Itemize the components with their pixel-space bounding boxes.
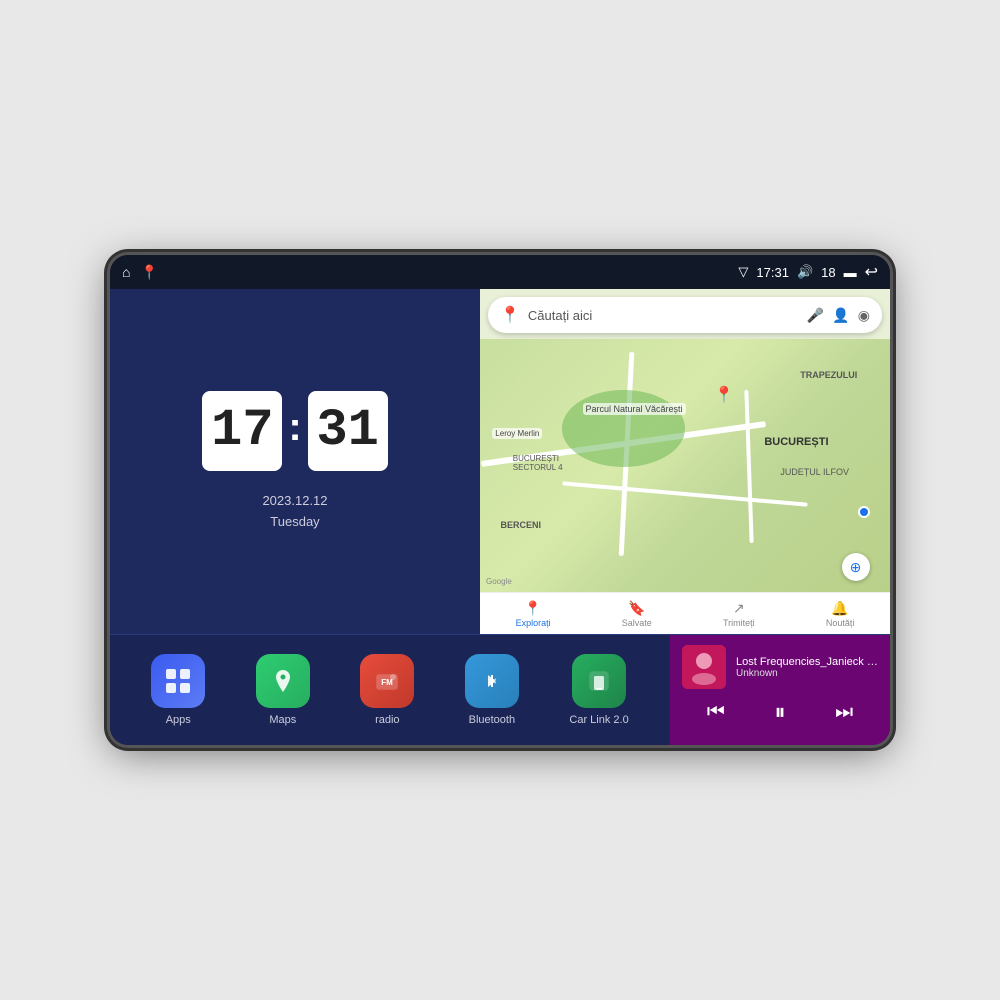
map-bottom-nav: 📍 Explorați 🔖 Salvate ↗ Trimiteți <box>480 592 890 634</box>
status-left-icons: ⌂ 📍 <box>122 264 158 281</box>
news-icon: 🔔 <box>831 600 848 617</box>
map-background: 📍 Căutați aici 🎤 👤 ◉ <box>480 289 890 634</box>
radio-label: radio <box>375 714 399 726</box>
map-pin-icon: 📍 <box>500 305 520 325</box>
app-item-radio[interactable]: FM radio <box>360 654 414 726</box>
map-canvas: TRAPEZULUI BUCUREȘTI JUDEȚUL ILFOV BERCE… <box>480 339 890 594</box>
map-panel[interactable]: 📍 Căutați aici 🎤 👤 ◉ <box>480 289 890 634</box>
music-prev-button[interactable]: ⏮ <box>707 701 725 724</box>
status-time: 17:31 <box>756 265 789 280</box>
back-icon[interactable]: ↩ <box>865 262 878 282</box>
signal-icon: ▽ <box>738 264 748 280</box>
home-icon[interactable]: ⌂ <box>122 264 130 280</box>
music-next-button[interactable]: ⏭ <box>835 701 853 724</box>
volume-icon: 🔊 <box>797 264 813 280</box>
google-logo: Google <box>486 577 512 586</box>
carlink-label: Car Link 2.0 <box>569 714 628 726</box>
clock-date: 2023.12.12 Tuesday <box>262 491 327 533</box>
saved-label: Salvate <box>622 618 652 628</box>
music-controls: ⏮ ⏸ ⏭ <box>682 699 878 725</box>
app-item-apps[interactable]: Apps <box>151 654 205 726</box>
music-title: Lost Frequencies_Janieck Devy-... <box>736 656 878 668</box>
clock-panel: 17 : 31 2023.12.12 Tuesday <box>110 289 480 634</box>
music-top: Lost Frequencies_Janieck Devy-... Unknow… <box>682 645 878 689</box>
map-label-berceni: BERCENI <box>501 520 542 530</box>
music-panel: Lost Frequencies_Janieck Devy-... Unknow… <box>670 635 890 745</box>
map-compass[interactable]: ⊕ <box>842 553 870 581</box>
apps-label: Apps <box>166 714 191 726</box>
main-content: 17 : 31 2023.12.12 Tuesday 📍 <box>110 289 890 745</box>
maps-status-icon[interactable]: 📍 <box>140 264 157 281</box>
map-nav-news[interactable]: 🔔 Noutăți <box>826 600 855 628</box>
map-label-sector4: BUCUREȘTISECTORUL 4 <box>513 454 563 472</box>
music-art <box>682 645 726 689</box>
map-label-trapezului: TRAPEZULUI <box>800 370 857 380</box>
status-right-info: ▽ 17:31 🔊 18 ▬ ↩ <box>738 262 878 282</box>
map-search-bar[interactable]: 📍 Căutați aici 🎤 👤 ◉ <box>488 297 882 333</box>
map-label-vacaresti: Parcul Natural Văcărești <box>583 403 686 415</box>
explore-icon: 📍 <box>524 600 541 617</box>
radio-icon: FM <box>360 654 414 708</box>
battery-level: 18 <box>821 265 835 280</box>
screen: ⌂ 📍 ▽ 17:31 🔊 18 ▬ ↩ 17 : <box>110 255 890 745</box>
saved-icon: 🔖 <box>628 600 645 617</box>
bluetooth-icon <box>465 654 519 708</box>
battery-icon: ▬ <box>844 265 857 280</box>
map-location-pin: 📍 <box>714 385 734 405</box>
map-label-bucuresti: BUCUREȘTI <box>764 436 828 448</box>
apps-icon <box>151 654 205 708</box>
status-bar: ⌂ 📍 ▽ 17:31 🔊 18 ▬ ↩ <box>110 255 890 289</box>
app-item-bluetooth[interactable]: Bluetooth <box>465 654 519 726</box>
apps-panel: Apps Maps <box>110 635 670 745</box>
account-icon[interactable]: 👤 <box>832 307 849 324</box>
bluetooth-label: Bluetooth <box>469 714 515 726</box>
maps-icon <box>256 654 310 708</box>
send-icon: ↗ <box>733 600 745 617</box>
map-search-text[interactable]: Căutați aici <box>528 308 799 323</box>
map-label-ilfov: JUDEȚUL ILFOV <box>780 467 849 477</box>
app-item-carlink[interactable]: Car Link 2.0 <box>569 654 628 726</box>
clock-minutes: 31 <box>308 391 388 471</box>
music-info: Lost Frequencies_Janieck Devy-... Unknow… <box>736 656 878 679</box>
park-area <box>562 390 685 467</box>
bottom-section: Apps Maps <box>110 635 890 745</box>
layers-icon[interactable]: ◉ <box>858 307 870 324</box>
device-frame: ⌂ 📍 ▽ 17:31 🔊 18 ▬ ↩ 17 : <box>110 255 890 745</box>
explore-label: Explorați <box>516 618 551 628</box>
map-nav-explore[interactable]: 📍 Explorați <box>516 600 551 628</box>
carlink-icon <box>572 654 626 708</box>
map-label-leroy: Leroy Merlin <box>492 428 542 439</box>
map-search-actions: 🎤 👤 ◉ <box>807 307 870 324</box>
top-section: 17 : 31 2023.12.12 Tuesday 📍 <box>110 289 890 635</box>
map-nav-send[interactable]: ↗ Trimiteți <box>723 600 755 628</box>
maps-label: Maps <box>269 714 296 726</box>
send-label: Trimiteți <box>723 618 755 628</box>
music-artist: Unknown <box>736 668 878 679</box>
app-item-maps[interactable]: Maps <box>256 654 310 726</box>
clock-colon: : <box>288 405 301 450</box>
map-nav-saved[interactable]: 🔖 Salvate <box>622 600 652 628</box>
clock-hours: 17 <box>202 391 282 471</box>
mic-icon[interactable]: 🎤 <box>807 307 824 324</box>
music-play-button[interactable]: ⏸ <box>774 699 785 725</box>
clock-display: 17 : 31 <box>202 391 387 471</box>
news-label: Noutăți <box>826 618 855 628</box>
map-blue-dot <box>858 506 870 518</box>
